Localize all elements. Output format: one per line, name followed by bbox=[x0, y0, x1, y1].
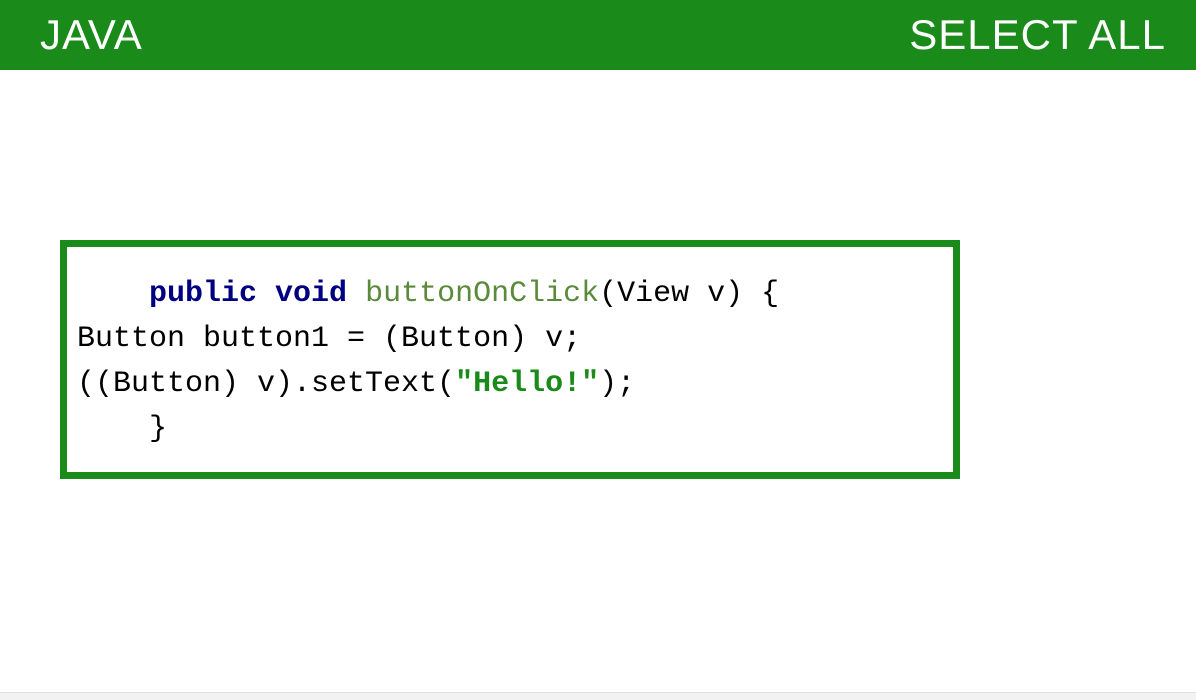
code-text: ); bbox=[599, 367, 635, 401]
code-indent bbox=[77, 277, 149, 311]
code-string: "Hello!" bbox=[455, 367, 599, 401]
footer-divider bbox=[0, 692, 1196, 700]
code-text: ((Button) v).setText( bbox=[77, 367, 455, 401]
language-label: JAVA bbox=[40, 11, 143, 59]
code-snippet: public void buttonOnClick(View v) { Butt… bbox=[77, 272, 943, 452]
code-function-name: buttonOnClick bbox=[365, 277, 599, 311]
select-all-button[interactable]: SELECT ALL bbox=[909, 11, 1166, 59]
code-text: (View v) { bbox=[599, 277, 779, 311]
code-keyword: public void bbox=[149, 277, 365, 311]
code-text: Button button1 = (Button) v; bbox=[77, 322, 581, 356]
code-text: } bbox=[77, 412, 167, 446]
content-area: public void buttonOnClick(View v) { Butt… bbox=[0, 70, 1196, 479]
header-bar: JAVA SELECT ALL bbox=[0, 0, 1196, 70]
code-snippet-box[interactable]: public void buttonOnClick(View v) { Butt… bbox=[60, 240, 960, 479]
